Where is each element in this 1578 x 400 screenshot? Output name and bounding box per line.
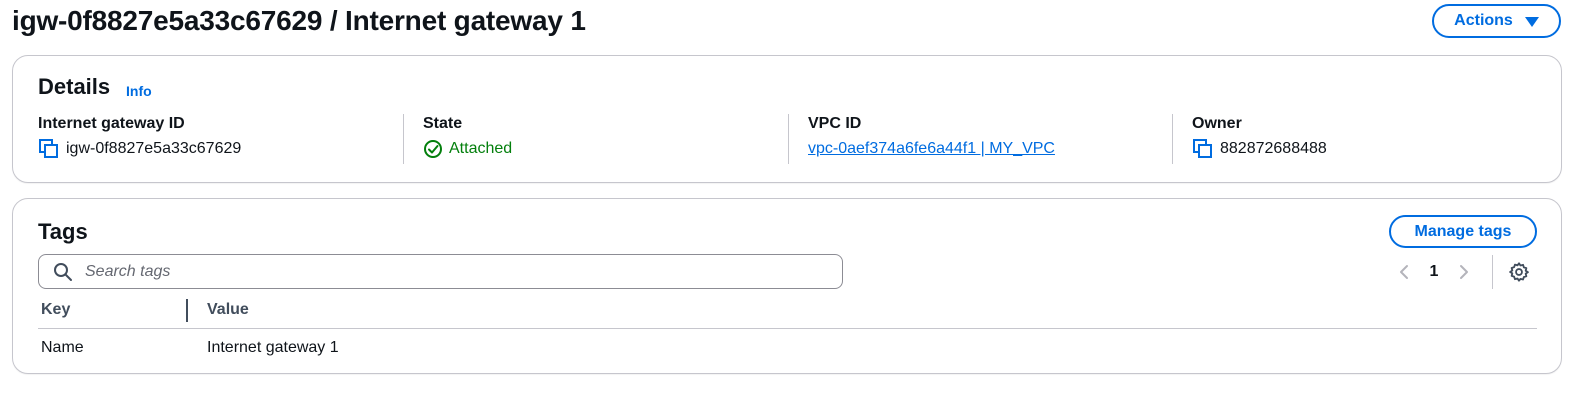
caret-down-icon [1524, 17, 1539, 27]
search-icon [53, 262, 73, 282]
detail-igw-id: Internet gateway ID igw-0f8827e5a33c6762… [38, 114, 241, 164]
detail-owner-label: Owner [1192, 115, 1242, 132]
tags-table: Key Value Name Internet gateway 1 [38, 297, 1537, 367]
copy-icon[interactable] [1192, 138, 1214, 160]
search-tags-field[interactable] [38, 254, 843, 289]
table-row: Name Internet gateway 1 [38, 329, 1537, 367]
detail-state: State Attached [403, 114, 512, 164]
vpc-id-link[interactable]: vpc-0aef374a6fe6a44f1 | MY_VPC [808, 138, 1055, 160]
page: igw-0f8827e5a33c67629 / Internet gateway… [0, 0, 1578, 400]
tag-value-cell: Internet gateway 1 [207, 339, 339, 356]
page-number[interactable]: 1 [1418, 263, 1450, 281]
actions-button[interactable]: Actions [1432, 4, 1561, 38]
pager-divider [1492, 255, 1493, 289]
detail-igw-id-label: Internet gateway ID [38, 115, 185, 132]
detail-owner: Owner 882872688488 [1172, 114, 1327, 164]
copy-icon[interactable] [38, 138, 60, 160]
owner-id-text: 882872688488 [1220, 140, 1327, 157]
detail-vpc-id: VPC ID vpc-0aef374a6fe6a44f1 | MY_VPC [788, 114, 1055, 164]
pagination: 1 [1390, 257, 1478, 287]
details-container: Details Info Internet gateway ID igw-0f8… [12, 55, 1562, 183]
tag-key-cell: Name [41, 339, 84, 356]
detail-vpc-id-label: VPC ID [808, 115, 862, 132]
column-header-value[interactable]: Value [207, 301, 249, 319]
table-header: Key Value [38, 297, 1537, 329]
detail-state-value: Attached [423, 138, 512, 160]
page-title: igw-0f8827e5a33c67629 / Internet gateway… [12, 5, 586, 36]
detail-owner-value: 882872688488 [1192, 138, 1327, 160]
detail-igw-id-value: igw-0f8827e5a33c67629 [38, 138, 241, 160]
state-status-text: Attached [449, 140, 513, 157]
tags-container: Tags Manage tags 1 [12, 198, 1562, 374]
chevron-left-icon[interactable] [1390, 258, 1418, 286]
check-circle-icon [423, 139, 443, 159]
detail-state-label: State [423, 115, 463, 132]
manage-tags-button[interactable]: Manage tags [1389, 215, 1537, 248]
details-info-link[interactable]: Info [126, 83, 152, 99]
column-resizer[interactable] [186, 299, 188, 322]
actions-button-label: Actions [1454, 12, 1513, 29]
igw-id-text: igw-0f8827e5a33c67629 [66, 140, 242, 157]
tags-heading: Tags [38, 219, 88, 244]
details-heading: Details [38, 74, 111, 99]
gear-icon[interactable] [1507, 260, 1531, 284]
search-tags-input[interactable] [83, 261, 787, 282]
chevron-right-icon[interactable] [1450, 258, 1478, 286]
column-header-key[interactable]: Key [41, 301, 70, 319]
detail-vpc-id-value: vpc-0aef374a6fe6a44f1 | MY_VPC [808, 138, 1055, 160]
